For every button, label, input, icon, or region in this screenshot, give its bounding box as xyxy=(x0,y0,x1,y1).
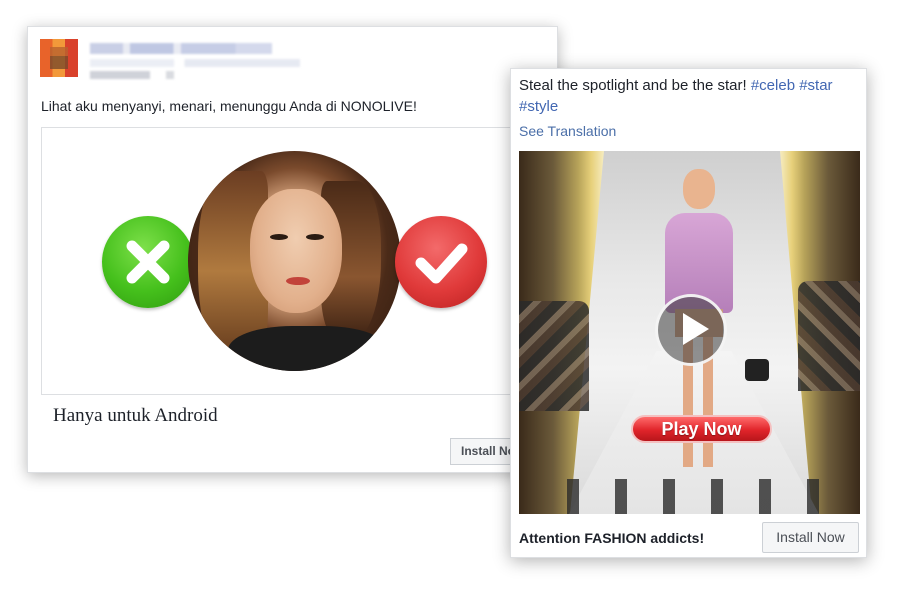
play-now-button[interactable]: Play Now xyxy=(631,415,772,443)
audience-left xyxy=(519,301,589,411)
play-video-icon[interactable] xyxy=(655,294,727,366)
woman-portrait xyxy=(188,151,401,371)
ad-card-fashion-game: Steal the spotlight and be the star! #ce… xyxy=(510,68,867,558)
blurred-page-name[interactable] xyxy=(90,43,272,54)
ad-image[interactable] xyxy=(41,127,546,395)
divider xyxy=(41,394,546,395)
hashtag-celeb[interactable]: #celeb xyxy=(751,77,795,94)
reject-x-icon xyxy=(102,216,194,308)
accept-check-icon xyxy=(395,216,487,308)
blurred-sponsored-label xyxy=(90,71,150,79)
install-now-button[interactable]: Install Now xyxy=(762,522,859,553)
blurred-globe-icon xyxy=(166,71,174,79)
post-text: Lihat aku menyanyi, menari, menunggu And… xyxy=(41,98,417,114)
ad-card-nonolive: Lihat aku menyanyi, menari, menunggu And… xyxy=(27,26,558,473)
audience-bottom xyxy=(549,479,849,514)
post-text-main: Steal the spotlight and be the star! xyxy=(519,77,747,94)
hashtag-star[interactable]: #star xyxy=(799,77,832,94)
see-translation-link[interactable]: See Translation xyxy=(519,123,616,139)
post-text: Steal the spotlight and be the star! #ce… xyxy=(519,75,859,117)
audience-right xyxy=(798,281,860,391)
ad-headline: Attention FASHION addicts! xyxy=(519,530,705,546)
hashtag-style[interactable]: #style xyxy=(519,98,558,115)
ad-headline: Hanya untuk Android xyxy=(53,405,218,426)
blurred-page-name-extra xyxy=(90,59,300,67)
ad-video[interactable]: Play Now xyxy=(519,151,860,514)
avatar[interactable] xyxy=(40,39,78,77)
